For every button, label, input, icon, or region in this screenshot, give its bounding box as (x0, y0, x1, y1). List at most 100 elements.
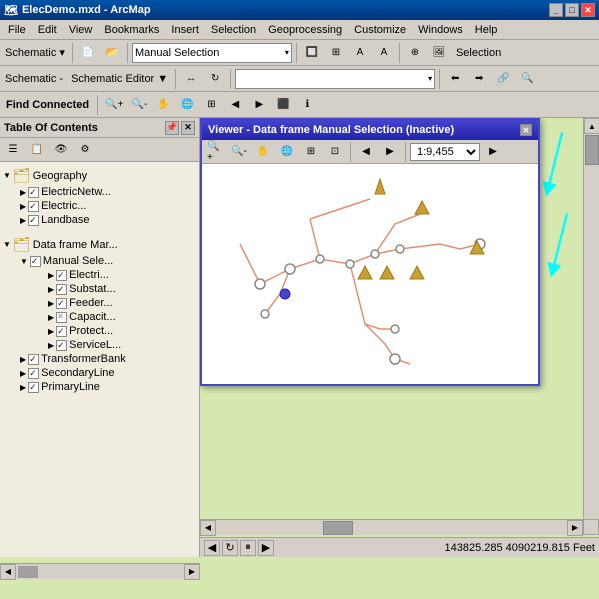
sch-link-btn[interactable]: 🔗 (492, 68, 514, 90)
list-item[interactable]: ▶ Substat... (46, 282, 197, 296)
layer-checkbox[interactable] (28, 382, 39, 393)
viewer-pan[interactable]: ✋ (252, 143, 274, 161)
list-item[interactable]: ▼ Manual Sele... (18, 254, 197, 268)
find-globe-btn[interactable]: 🌐 (176, 94, 198, 116)
schematic-path-dropdown[interactable]: ▾ (235, 69, 435, 89)
menu-selection[interactable]: Selection (205, 22, 262, 38)
maximize-button[interactable]: □ (565, 3, 579, 17)
map-scrollbar-v[interactable]: ▲ ▼ (583, 118, 599, 535)
list-item[interactable]: ▶ Feeder... (46, 296, 197, 310)
viewer-back[interactable]: ◀ (355, 143, 377, 161)
list-item[interactable]: ▶ ServiceL... (46, 338, 197, 352)
rotate-tool[interactable]: ↻ (204, 68, 226, 90)
menu-geoprocessing[interactable]: Geoprocessing (262, 22, 348, 38)
list-item[interactable]: ▶ Electri... (46, 268, 197, 282)
sch-nav-btn1[interactable]: ⬅ (444, 68, 466, 90)
title-bar-controls[interactable]: _ □ ✕ (549, 3, 595, 17)
scroll-right-btn[interactable]: ▶ (567, 520, 583, 536)
sub-checkbox-x[interactable]: ✕ (56, 312, 67, 323)
layer-checkbox[interactable] (28, 187, 39, 198)
select-btn3[interactable]: A (349, 42, 371, 64)
list-item[interactable]: ▶ PrimaryLine (18, 380, 197, 394)
find-fwd-btn[interactable]: ▶ (248, 94, 270, 116)
toc-close-btn[interactable]: ✕ (181, 121, 195, 135)
extra-btn2[interactable]: 🖼 (428, 42, 450, 64)
schematic-editor-btn[interactable]: Schematic Editor ▼ (68, 68, 171, 90)
minimize-button[interactable]: _ (549, 3, 563, 17)
menu-file[interactable]: File (2, 22, 32, 38)
find-back-btn[interactable]: ◀ (224, 94, 246, 116)
toc-geography-header[interactable]: ▼ 🗂 Geography (2, 166, 197, 185)
toc-scrollbar-h[interactable]: ◀ ▶ (0, 563, 200, 579)
list-item[interactable]: ▶ ElectricNetw... (18, 185, 197, 199)
new-schematic-btn[interactable]: 📄 (77, 42, 99, 64)
find-pan-btn[interactable]: ✋ (152, 94, 174, 116)
layer-checkbox[interactable] (28, 368, 39, 379)
list-item[interactable]: ▶ TransformerBank (18, 352, 197, 366)
find-select-btn[interactable]: ⬛ (272, 94, 294, 116)
viewer-next[interactable]: ▶ (482, 143, 504, 161)
viewer-scale-select[interactable]: 1:9,455 1:5,000 1:10,000 (410, 143, 480, 161)
map-scrollbar-h[interactable]: ◀ ▶ (200, 519, 583, 535)
layer-checkbox[interactable] (30, 256, 41, 267)
list-item[interactable]: ▶ Electric... (18, 199, 197, 213)
sub-checkbox[interactable] (56, 326, 67, 337)
scroll-thumb-h[interactable] (323, 521, 353, 535)
layer-checkbox[interactable] (28, 201, 39, 212)
toc-list-view-btn[interactable]: ☰ (2, 139, 24, 161)
find-zoom-in-btn[interactable]: 🔍+ (102, 94, 126, 116)
list-item[interactable]: ▶ Protect... (46, 324, 197, 338)
viewer-zoom-in[interactable]: 🔍+ (204, 143, 226, 161)
viewer-zoom-sel[interactable]: ⊡ (324, 143, 346, 161)
viewer-fwd[interactable]: ▶ (379, 143, 401, 161)
find-extent-btn[interactable]: ⊞ (200, 94, 222, 116)
viewer-zoom-out[interactable]: 🔍- (228, 143, 250, 161)
selection-type-dropdown[interactable]: Manual Selection ▾ (132, 43, 292, 63)
find-identify-btn[interactable]: ℹ (296, 94, 318, 116)
toc-options-btn[interactable]: ⚙ (74, 139, 96, 161)
menu-windows[interactable]: Windows (412, 22, 469, 38)
sch-zoom-btn[interactable]: 🔍 (516, 68, 538, 90)
select-btn2[interactable]: ⊞ (325, 42, 347, 64)
list-item[interactable]: ▶ ✕ Capacit... (46, 310, 197, 324)
schematic-dropdown-btn[interactable]: Schematic ▾ (2, 42, 68, 64)
list-item[interactable]: ▶ SecondaryLine (18, 366, 197, 380)
schematic-editor-dropdown[interactable]: Schematic - (2, 68, 66, 90)
open-btn[interactable]: 📂 (101, 42, 123, 64)
menu-view[interactable]: View (63, 22, 99, 38)
viewer-close-btn[interactable]: ✕ (520, 124, 532, 136)
extra-btn1[interactable]: ⊕ (404, 42, 426, 64)
list-item[interactable]: ▶ Landbase (18, 213, 197, 227)
toc-source-view-btn[interactable]: 📋 (26, 139, 48, 161)
toc-pin-btn[interactable]: 📌 (165, 121, 179, 135)
scroll-left-btn[interactable]: ◀ (200, 520, 216, 536)
layer-checkbox[interactable] (28, 215, 39, 226)
status-pause-icon[interactable]: ⏸ (240, 540, 256, 556)
toc-dataframe-header[interactable]: ▼ 🗂 Data frame Mar... (2, 235, 197, 254)
scroll-up-btn[interactable]: ▲ (584, 118, 599, 134)
menu-customize[interactable]: Customize (348, 22, 412, 38)
toc-scroll-right[interactable]: ▶ (184, 564, 200, 580)
sch-nav-btn2[interactable]: ➡ (468, 68, 490, 90)
toc-scroll-thumb[interactable] (18, 566, 38, 578)
status-icon1[interactable]: ◀ (204, 540, 220, 556)
sub-checkbox[interactable] (56, 284, 67, 295)
menu-help[interactable]: Help (469, 22, 504, 38)
toc-visibility-btn[interactable]: 👁 (50, 139, 72, 161)
select-btn1[interactable]: 🔲 (301, 42, 323, 64)
menu-bookmarks[interactable]: Bookmarks (98, 22, 165, 38)
close-button[interactable]: ✕ (581, 3, 595, 17)
move-tool[interactable]: ↔ (180, 68, 202, 90)
sub-checkbox[interactable] (56, 298, 67, 309)
viewer-globe[interactable]: 🌐 (276, 143, 298, 161)
find-zoom-out-btn[interactable]: 🔍- (128, 94, 150, 116)
status-refresh-icon[interactable]: ↻ (222, 540, 238, 556)
scroll-thumb-v[interactable] (585, 135, 599, 165)
status-icon4[interactable]: ▶ (258, 540, 274, 556)
menu-edit[interactable]: Edit (32, 22, 63, 38)
sub-checkbox[interactable] (56, 270, 67, 281)
viewer-extent[interactable]: ⊞ (300, 143, 322, 161)
sub-checkbox[interactable] (56, 340, 67, 351)
menu-insert[interactable]: Insert (165, 22, 205, 38)
select-btn4[interactable]: A (373, 42, 395, 64)
